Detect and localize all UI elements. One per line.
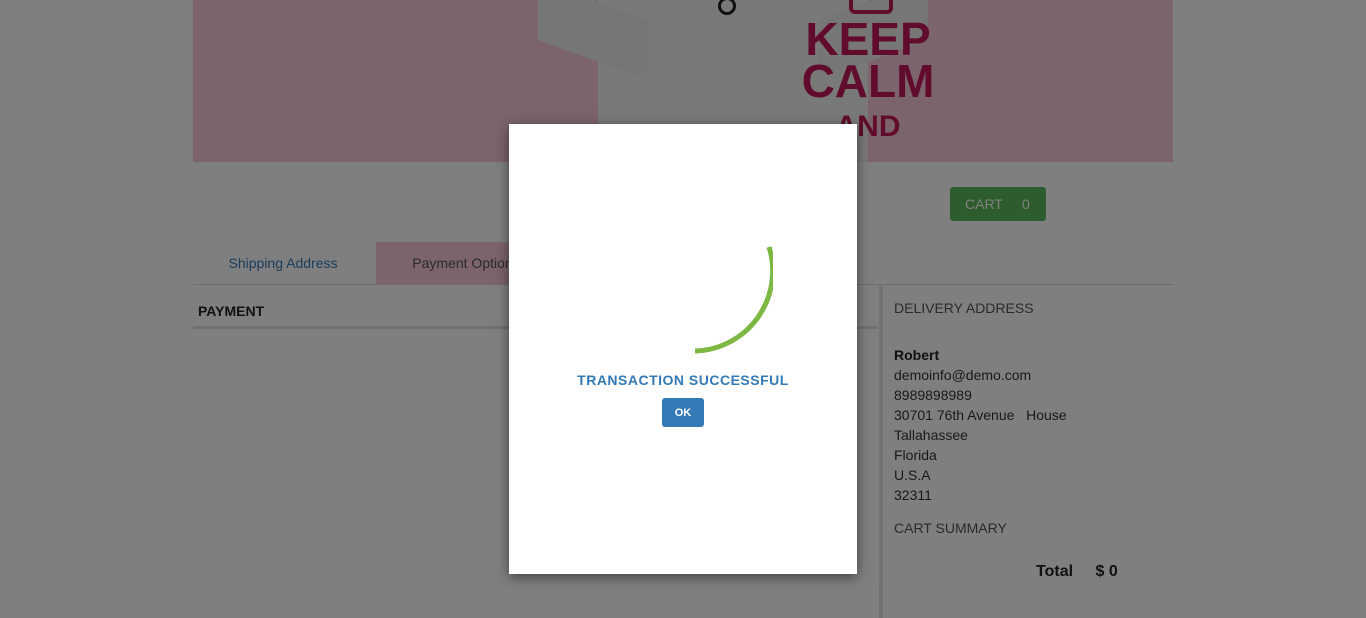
loading-spinner-icon — [694, 246, 773, 354]
ok-button[interactable]: OK — [662, 398, 704, 427]
checkout-page: KEEP CALM AND CART 0 Shipping Address Pa… — [0, 0, 1366, 618]
spinner-arc — [694, 246, 773, 354]
transaction-success-message: TRANSACTION SUCCESSFUL — [577, 372, 789, 388]
transaction-modal: TRANSACTION SUCCESSFUL OK — [509, 124, 857, 574]
